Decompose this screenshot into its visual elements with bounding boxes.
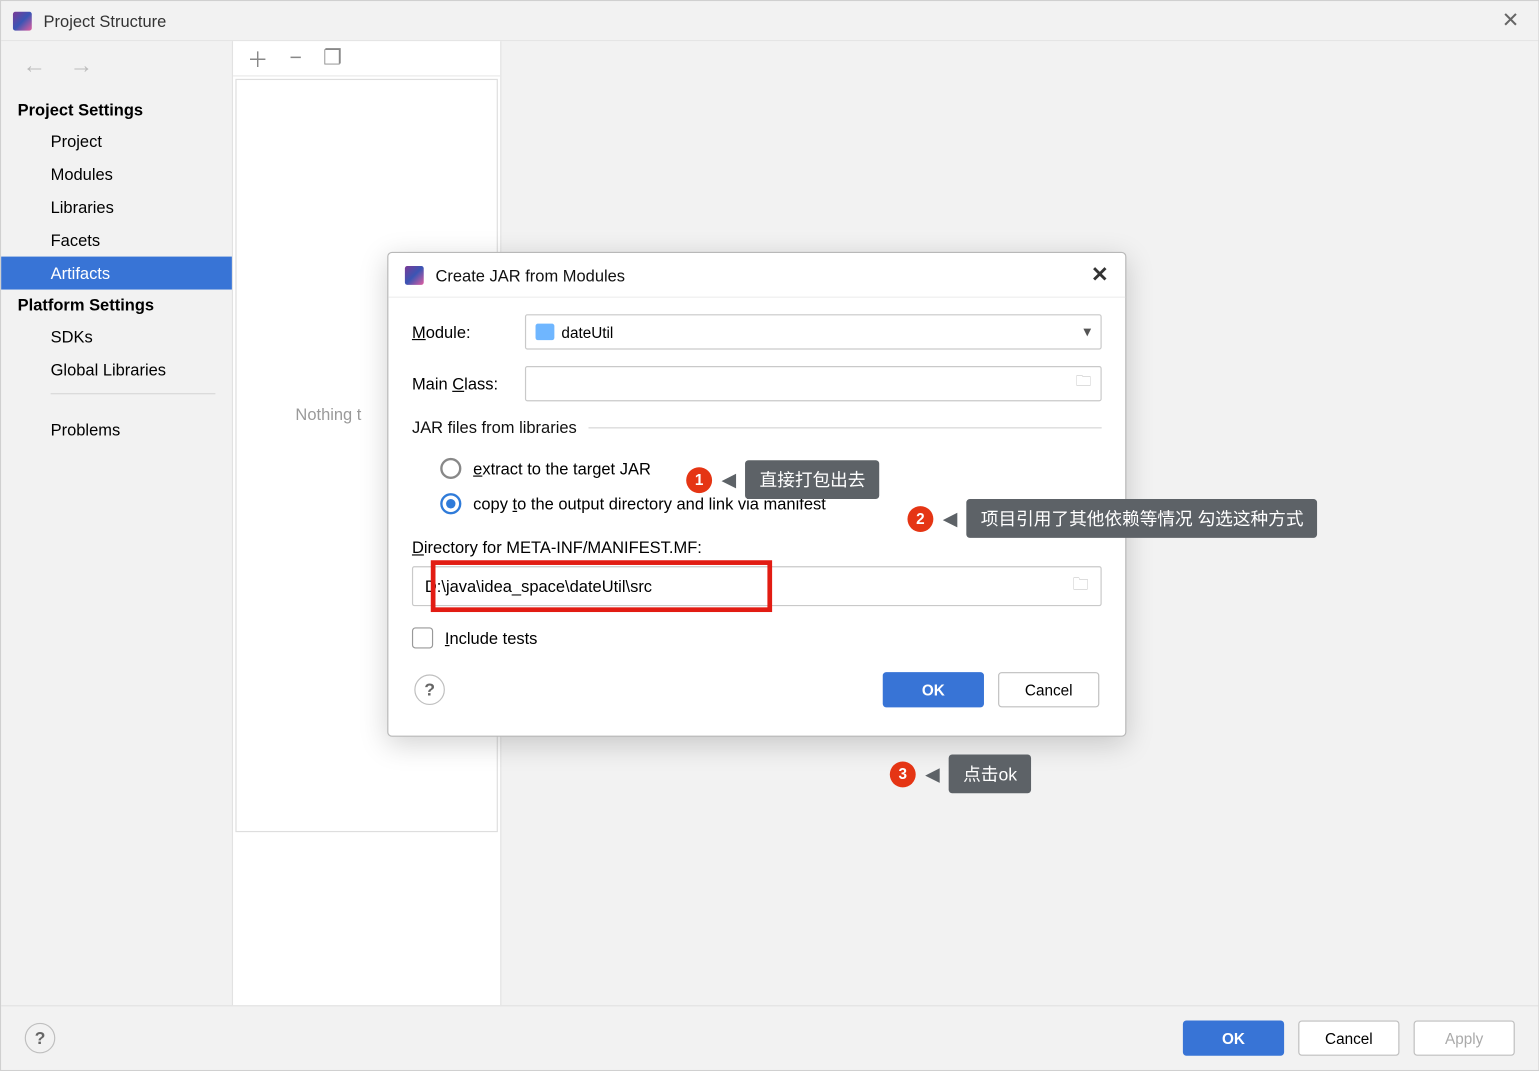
chevron-down-icon: ▾ [1083, 322, 1091, 341]
browse-dir-icon[interactable]: 🗀 [1072, 572, 1088, 600]
help-icon[interactable]: ? [25, 1023, 56, 1054]
sidebar-group-project-settings: Project Settings [1, 94, 232, 125]
copy-icon[interactable]: ❐ [323, 46, 342, 71]
dialog-help-icon[interactable]: ? [414, 674, 445, 705]
sidebar-item-problems[interactable]: Problems [1, 413, 232, 446]
window-titlebar: Project Structure ✕ [1, 1, 1538, 41]
main-class-field[interactable]: 🗀 [525, 366, 1102, 401]
dialog-button-bar: ? OK Cancel Apply [1, 1005, 1538, 1070]
cancel-button[interactable]: Cancel [1298, 1020, 1399, 1055]
jar-libraries-legend: JAR files from libraries [412, 418, 589, 437]
manifest-dir-value: D:\java\idea_space\dateUtil\src [425, 577, 652, 596]
sidebar-item-libraries[interactable]: Libraries [1, 191, 232, 224]
radio-extract[interactable] [440, 458, 461, 479]
manifest-dir-field[interactable]: D:\java\idea_space\dateUtil\src 🗀 [412, 566, 1102, 606]
settings-sidebar: ← → Project Settings Project Modules Lib… [1, 41, 233, 1005]
module-label: Module: [412, 322, 525, 341]
nav-forward-icon[interactable]: → [69, 53, 93, 80]
include-tests-label: Include tests [445, 629, 538, 648]
dialog-cancel-button[interactable]: Cancel [998, 672, 1099, 707]
module-folder-icon [536, 324, 555, 340]
sidebar-item-modules[interactable]: Modules [1, 158, 232, 191]
dialog-close-icon[interactable]: ✕ [1091, 262, 1109, 287]
include-tests-checkbox[interactable] [412, 627, 433, 648]
radio-copy-row[interactable]: copy to the output directory and link vi… [412, 486, 1102, 521]
sidebar-item-global-libraries[interactable]: Global Libraries [1, 353, 232, 386]
sidebar-item-sdks[interactable]: SDKs [1, 320, 232, 353]
radio-copy[interactable] [440, 493, 461, 514]
radio-extract-label: extract to the target JAR [473, 459, 651, 478]
main-class-label: Main Class: [412, 374, 525, 393]
sidebar-item-artifacts[interactable]: Artifacts [1, 257, 232, 290]
window-close-icon[interactable]: ✕ [1495, 8, 1527, 33]
include-tests-row[interactable]: Include tests [412, 627, 1102, 648]
radio-copy-label: copy to the output directory and link vi… [473, 494, 826, 513]
sidebar-item-facets[interactable]: Facets [1, 224, 232, 257]
create-jar-dialog: Create JAR from Modules ✕ Module: dateUt… [387, 252, 1126, 737]
sidebar-divider [51, 393, 216, 394]
window-title: Project Structure [44, 11, 167, 30]
manifest-dir-label: Directory for META-INF/MANIFEST.MF: [412, 538, 1102, 557]
sidebar-group-platform-settings: Platform Settings [1, 290, 232, 321]
artifacts-empty-text: Nothing t [295, 405, 361, 424]
radio-extract-row[interactable]: extract to the target JAR [412, 451, 1102, 486]
dialog-titlebar: Create JAR from Modules ✕ [388, 253, 1125, 298]
dialog-title: Create JAR from Modules [435, 265, 625, 284]
remove-icon[interactable]: − [290, 46, 302, 71]
sidebar-item-project[interactable]: Project [1, 125, 232, 158]
dialog-app-icon [405, 265, 424, 284]
dialog-ok-button[interactable]: OK [883, 672, 984, 707]
module-value: dateUtil [561, 323, 613, 341]
app-icon [13, 11, 32, 30]
apply-button[interactable]: Apply [1414, 1020, 1515, 1055]
artifacts-toolbar: ＋ − ❐ [233, 41, 500, 76]
jar-libraries-group: JAR files from libraries extract to the … [412, 418, 1102, 526]
add-icon[interactable]: ＋ [247, 43, 268, 74]
module-combobox[interactable]: dateUtil ▾ [525, 314, 1102, 349]
browse-main-class-icon[interactable]: 🗀 [1076, 371, 1091, 397]
ok-button[interactable]: OK [1183, 1020, 1284, 1055]
nav-back-icon[interactable]: ← [22, 53, 46, 80]
